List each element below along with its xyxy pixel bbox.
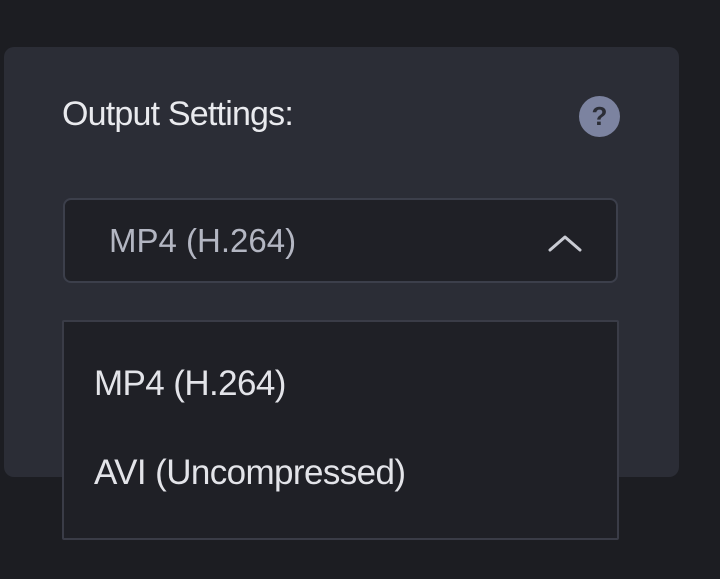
output-format-dropdown-menu: MP4 (H.264) AVI (Uncompressed): [62, 320, 619, 540]
help-icon[interactable]: ?: [579, 96, 620, 137]
dropdown-option-mp4[interactable]: MP4 (H.264): [94, 362, 286, 406]
output-settings-title: Output Settings:: [62, 95, 294, 133]
chevron-up-icon: [548, 235, 582, 252]
output-format-select[interactable]: MP4 (H.264): [63, 198, 618, 283]
output-format-selected-value: MP4 (H.264): [109, 222, 297, 259]
dropdown-option-avi[interactable]: AVI (Uncompressed): [94, 451, 406, 495]
